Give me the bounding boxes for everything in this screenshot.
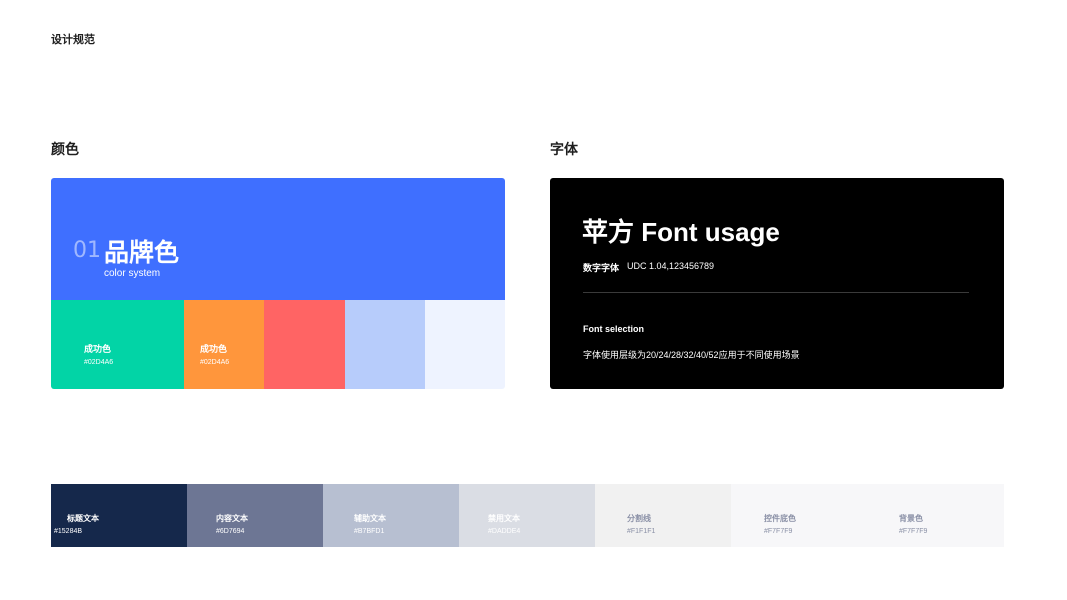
font-card: 苹方 Font usage 数字字体 UDC 1.04,123456789 Fo… (550, 178, 1004, 389)
digits-font-value: UDC 1.04,123456789 (627, 261, 715, 271)
swatch-label: 成功色 (84, 344, 112, 354)
swatch-success: 成功色 #02D4A6 (51, 300, 184, 389)
text-swatch-hex: #6D7694 (216, 528, 245, 535)
font-section-title: 字体 (550, 141, 578, 157)
text-swatch-divider: 分割线 #F1F1F1 (595, 484, 731, 547)
text-swatch-content: 内容文本 #6D7694 (187, 484, 323, 547)
swatch-warning: 成功色 #02D4A6 (184, 300, 264, 389)
swatch-error (264, 300, 345, 389)
text-swatch-hex: #DADDE4 (488, 528, 521, 535)
text-swatch-disabled: 禁用文本 #DADDE4 (459, 484, 595, 547)
text-swatch-label: 分割线 (627, 514, 651, 523)
text-swatch-title: 标题文本 #15284B (51, 484, 187, 547)
font-selection-title: Font selection (583, 324, 645, 334)
text-swatch-label: 控件底色 (764, 514, 796, 523)
text-swatch-label: 辅助文本 (354, 514, 386, 523)
design-spec-page: 设计规范 颜色 字体 01 品牌色 color system 成功色 #02D4… (0, 0, 1067, 600)
divider (583, 292, 969, 293)
digits-font-label: 数字字体 (583, 263, 620, 273)
text-swatch-label: 标题文本 (67, 514, 99, 523)
brand-color-block: 01 品牌色 color system (51, 178, 505, 300)
text-swatch-label: 禁用文本 (488, 514, 520, 523)
color-swatch-row: 成功色 #02D4A6 成功色 #02D4A6 (51, 300, 505, 389)
swatch-light-blue (345, 300, 425, 389)
text-swatch-hex: #B7BFD1 (354, 528, 385, 535)
text-swatch-hex: #F7F7F9 (764, 528, 793, 535)
text-swatch-background: 背景色 #F7F7F9 (867, 484, 1004, 547)
text-swatch-control-bg: 控件底色 #F7F7F9 (731, 484, 867, 547)
text-swatch-label: 内容文本 (216, 514, 248, 523)
brand-name: 品牌色 (104, 239, 180, 267)
color-section-title: 颜色 (51, 141, 79, 157)
text-swatch-label: 背景色 (899, 514, 923, 523)
font-headline: 苹方 Font usage (582, 217, 780, 247)
text-color-strip: 标题文本 #15284B 内容文本 #6D7694 辅助文本 #B7BFD1 禁… (51, 484, 1004, 547)
brand-subtitle: color system (104, 268, 161, 279)
text-swatch-hex: #F1F1F1 (627, 528, 656, 535)
brand-number: 01 (73, 238, 101, 263)
swatch-lighter-blue (425, 300, 505, 389)
swatch-label: 成功色 (200, 344, 228, 354)
swatch-hex: #02D4A6 (84, 359, 114, 366)
page-title: 设计规范 (51, 34, 95, 46)
text-swatch-hex: #F7F7F9 (899, 528, 928, 535)
color-card: 01 品牌色 color system 成功色 #02D4A6 成功色 #02D… (51, 178, 505, 389)
font-selection-desc: 字体使用层级为20/24/28/32/40/52应用于不同使用场景 (583, 350, 800, 360)
swatch-hex: #02D4A6 (200, 359, 230, 366)
text-swatch-auxiliary: 辅助文本 #B7BFD1 (323, 484, 459, 547)
text-swatch-hex: #15284B (54, 528, 83, 535)
